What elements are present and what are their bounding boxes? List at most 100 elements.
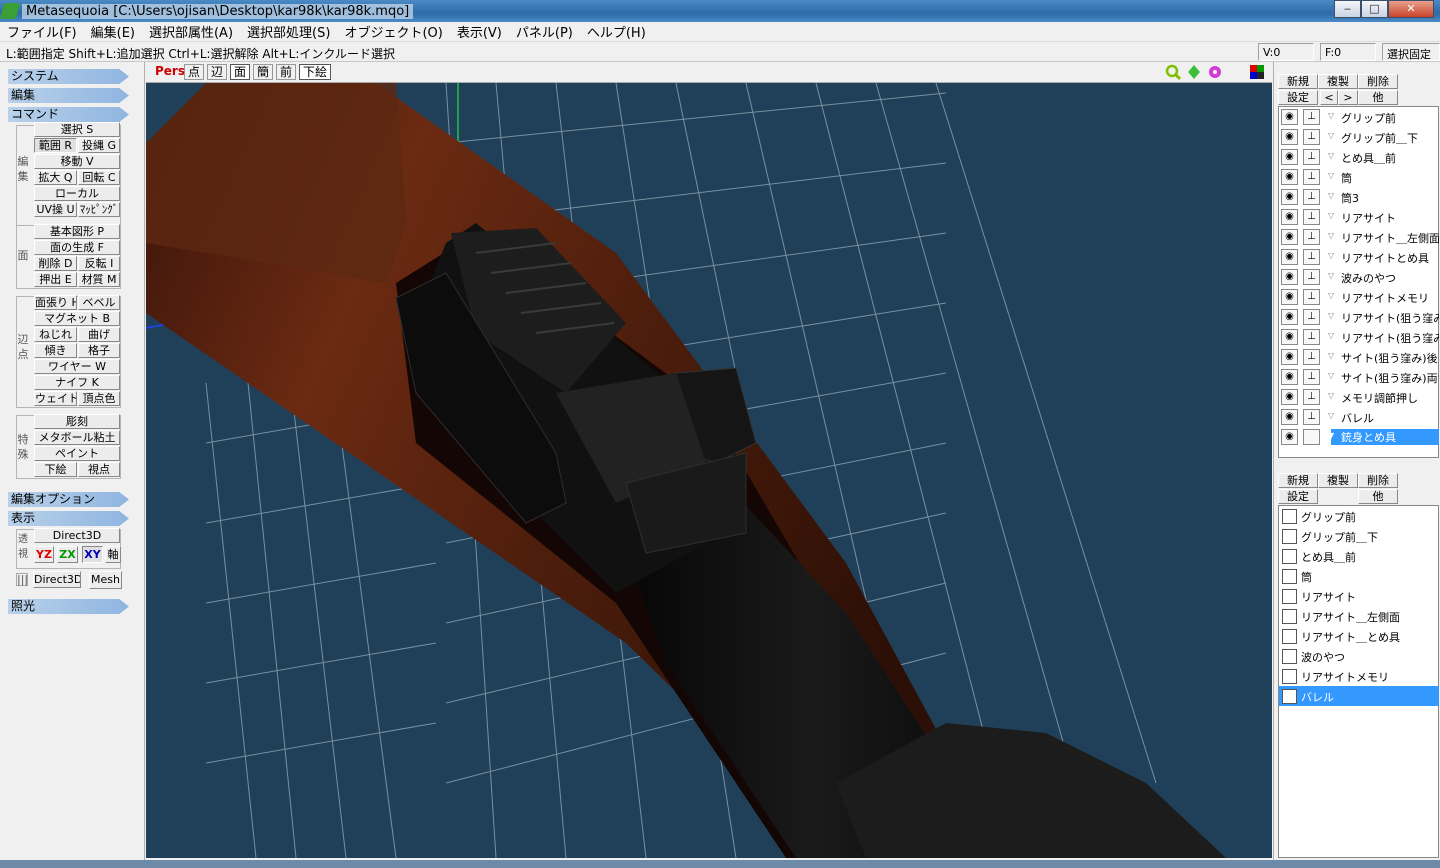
eye-icon[interactable]: ◉ [1281, 169, 1298, 185]
expand-icon[interactable]: ▽ [1328, 111, 1334, 120]
object-row[interactable]: ◉ ⊥ ▽ リアサイト [1279, 207, 1439, 227]
lock-icon[interactable]: ⊥ [1303, 169, 1320, 185]
wire-button[interactable]: ワイヤー W [34, 359, 120, 374]
prev-object-button[interactable]: < [1320, 90, 1338, 105]
eye-icon[interactable]: ◉ [1281, 429, 1298, 445]
minimize-button[interactable]: ‒ [1334, 0, 1361, 18]
material-swatch[interactable] [1282, 609, 1297, 624]
object-row[interactable]: ◉ ⊥ ▽ メモリ調節押し [1279, 387, 1439, 407]
sculpt-button[interactable]: 彫刻 [34, 414, 120, 429]
object-row[interactable]: ◉ ⊥ ▽ とめ具＿前 [1279, 147, 1439, 167]
eye-icon[interactable]: ◉ [1281, 309, 1298, 325]
expand-icon[interactable]: ▽ [1328, 271, 1334, 280]
rotate-view-icon[interactable] [1209, 66, 1221, 78]
expand-icon[interactable]: ▼ [1328, 431, 1334, 440]
object-row[interactable]: ◉ ⊥ ▽ グリップ前＿下 [1279, 127, 1439, 147]
lattice-button[interactable]: 格子 [78, 343, 120, 358]
material-swatch[interactable] [1282, 529, 1297, 544]
material-row[interactable]: リアサイト [1279, 586, 1439, 606]
eye-icon[interactable]: ◉ [1281, 409, 1298, 425]
material-other-button[interactable]: 他 [1358, 489, 1398, 504]
object-settings-button[interactable]: 設定 [1278, 90, 1318, 105]
lock-icon[interactable]: ⊥ [1303, 309, 1320, 325]
lock-icon[interactable]: ⊥ [1303, 329, 1320, 345]
expand-icon[interactable]: ▽ [1328, 211, 1334, 220]
material-row[interactable]: グリップ前 [1279, 506, 1439, 526]
scale-button[interactable]: 拡大 Q [34, 170, 77, 185]
axis-button[interactable]: 軸 [105, 546, 121, 563]
new-object-button[interactable]: 新規 [1278, 74, 1318, 89]
material-row[interactable]: 筒 [1279, 566, 1439, 586]
edge-mode-button[interactable]: 辺 [207, 64, 228, 80]
menu-panel[interactable]: パネル(P) [509, 22, 580, 41]
duplicate-material-button[interactable]: 複製 [1318, 473, 1358, 488]
new-material-button[interactable]: 新規 [1278, 473, 1318, 488]
weight-button[interactable]: ウェイト [34, 391, 77, 406]
material-row[interactable]: リアサイトメモリ [1279, 666, 1439, 686]
material-swatch[interactable] [1282, 669, 1297, 684]
eye-icon[interactable]: ◉ [1281, 229, 1298, 245]
menu-selection-process[interactable]: 選択部処理(S) [240, 22, 337, 41]
lock-icon[interactable]: ⊥ [1303, 209, 1320, 225]
lock-icon[interactable] [1303, 429, 1320, 445]
object-row[interactable]: ◉ ⊥ ▽ リアサイト(狙う窪み) [1279, 327, 1439, 347]
material-list[interactable]: グリップ前 グリップ前＿下 とめ具＿前 筒 リアサイト リアサイト＿左側面 リア… [1278, 505, 1439, 858]
zoom-icon[interactable] [1165, 64, 1182, 81]
material-row[interactable]: 波のやつ [1279, 646, 1439, 666]
twist-button[interactable]: ねじれ [34, 327, 77, 342]
object-list[interactable]: ◉ ⊥ ▽ グリップ前 ◉ ⊥ ▽ グリップ前＿下 ◉ ⊥ ▽ とめ具＿前 ◉ ⊥ ▽ 筒 ◉ ⊥ ▽ 筒3 … [1278, 106, 1439, 458]
direct3d-toggle-button[interactable]: Direct3D [33, 571, 81, 588]
material-swatch[interactable] [1282, 569, 1297, 584]
object-row[interactable]: ◉ ⊥ ▽ 筒3 [1279, 187, 1439, 207]
underlay-button[interactable]: 下絵 [34, 462, 77, 477]
material-row-selected[interactable]: バレル [1279, 686, 1439, 706]
expand-icon[interactable]: ▽ [1328, 331, 1334, 340]
expand-icon[interactable]: ▽ [1328, 191, 1334, 200]
selection-lock[interactable]: 選択固定 [1382, 43, 1440, 61]
material-swatch[interactable] [1282, 509, 1297, 524]
close-button[interactable]: ✕ [1388, 0, 1434, 18]
eye-icon[interactable]: ◉ [1281, 269, 1298, 285]
object-row[interactable]: ◉ ⊥ ▽ 筒 [1279, 167, 1439, 187]
extrude-button[interactable]: 押出 E [34, 272, 77, 287]
expand-icon[interactable]: ▽ [1328, 371, 1334, 380]
point-mode-button[interactable]: 点 [184, 64, 205, 80]
eye-icon[interactable]: ◉ [1281, 189, 1298, 205]
section-edit[interactable]: 編集 [8, 88, 129, 103]
lock-icon[interactable]: ⊥ [1303, 389, 1320, 405]
pan-icon[interactable] [1188, 65, 1200, 79]
expand-icon[interactable]: ▽ [1328, 291, 1334, 300]
eye-icon[interactable]: ◉ [1281, 129, 1298, 145]
object-row[interactable]: ◉ ⊥ ▽ リアサイト(狙う窪み) [1279, 307, 1439, 327]
section-edit-option[interactable]: 編集オプション [8, 492, 129, 507]
range-button[interactable]: 範囲 R [34, 138, 77, 153]
lock-icon[interactable]: ⊥ [1303, 189, 1320, 205]
menu-help[interactable]: ヘルプ(H) [580, 22, 653, 41]
material-swatch[interactable] [1282, 589, 1297, 604]
xy-view-button[interactable]: XY [82, 546, 103, 563]
front-mode-button[interactable]: 前 [276, 64, 297, 80]
object-row[interactable]: ◉ ⊥ ▽ サイト(狙う窪み)後ろ [1279, 347, 1439, 367]
expand-icon[interactable]: ▽ [1328, 151, 1334, 160]
move-button[interactable]: 移動 V [34, 154, 120, 169]
face-gen-button[interactable]: 面の生成 F [34, 240, 120, 255]
menu-edit[interactable]: 編集(E) [84, 22, 142, 41]
object-row[interactable]: ◉ ⊥ ▽ リアサイトとめ具 [1279, 247, 1439, 267]
object-row[interactable]: ◉ ⊥ ▽ リアサイトメモリ [1279, 287, 1439, 307]
mesh-button[interactable]: Mesh [89, 571, 122, 589]
perspective-toggle[interactable]: Pers [152, 64, 188, 80]
object-row[interactable]: ◉ ⊥ ▽ バレル [1279, 407, 1439, 427]
eye-icon[interactable]: ◉ [1281, 329, 1298, 345]
magnet-button[interactable]: マグネット B [34, 311, 120, 326]
bend-button[interactable]: 曲げ [78, 327, 120, 342]
section-system[interactable]: システム [8, 69, 129, 84]
object-row-selected[interactable]: ◉ ▼ 銃身とめ具 [1279, 427, 1439, 447]
mapping-button[interactable]: ﾏｯﾋﾟﾝｸﾞ [78, 202, 120, 217]
lock-icon[interactable]: ⊥ [1303, 369, 1320, 385]
material-row[interactable]: とめ具＿前 [1279, 546, 1439, 566]
underlay-toggle[interactable]: 下絵 [299, 64, 332, 80]
menu-file[interactable]: ファイル(F) [0, 22, 84, 41]
expand-icon[interactable]: ▽ [1328, 231, 1334, 240]
eye-icon[interactable]: ◉ [1281, 109, 1298, 125]
expand-icon[interactable]: ▽ [1328, 391, 1334, 400]
